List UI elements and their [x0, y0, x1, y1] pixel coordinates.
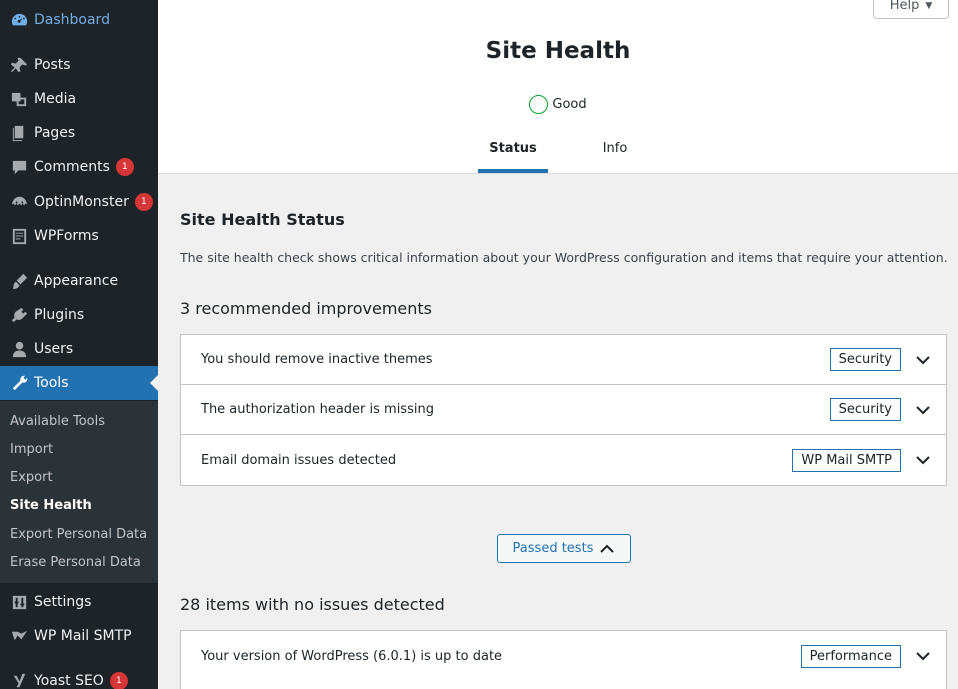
recommended-improvements-list: You should remove inactive themes Securi…	[180, 334, 947, 486]
caret-down-icon: ▼	[925, 0, 933, 11]
sidebar-item-yoast-seo[interactable]: Yoast SEO 1	[0, 664, 158, 689]
sidebar-item-posts[interactable]: Posts	[0, 48, 158, 82]
mail-icon	[0, 627, 34, 646]
tab-label: Info	[602, 141, 628, 156]
site-health-header: Help ▼ Site Health Good Status Info	[158, 0, 958, 174]
forms-icon	[0, 227, 34, 246]
submenu-item-erase-personal-data[interactable]: Erase Personal Data	[10, 555, 141, 570]
sidebar-item-label: Comments	[34, 159, 110, 175]
issue-row[interactable]: The authorization header is missing Secu…	[181, 385, 946, 435]
sidebar-item-label: Settings	[34, 594, 92, 610]
sidebar-item-appearance[interactable]: Appearance	[0, 264, 158, 298]
sidebar-item-wp-mail-smtp[interactable]: WP Mail SMTP	[0, 619, 158, 653]
sidebar-item-tools[interactable]: Tools	[0, 366, 158, 400]
passed-category-badge: Performance	[800, 644, 901, 668]
submenu-item-export[interactable]: Export	[10, 470, 53, 485]
pages-icon	[0, 124, 34, 143]
sidebar-item-label: Dashboard	[34, 12, 110, 28]
passed-tests-button[interactable]: Passed tests	[497, 534, 631, 563]
admin-sidebar: Dashboard Posts Media Pages Comments 1 O…	[0, 0, 158, 689]
submenu-item-import[interactable]: Import	[10, 442, 53, 457]
section-title: Site Health Status	[180, 210, 345, 229]
wrench-icon	[0, 374, 34, 393]
dashboard-icon	[0, 11, 34, 30]
sidebar-item-label: Posts	[34, 57, 71, 73]
sidebar-item-settings[interactable]: Settings	[0, 585, 158, 619]
passed-row[interactable]: Your version of WordPress (6.0.1) is up …	[181, 631, 946, 681]
page-title: Site Health	[485, 38, 631, 64]
chevron-up-icon	[600, 544, 615, 553]
chevron-down-icon[interactable]	[915, 452, 931, 468]
sidebar-item-label: OptinMonster	[34, 194, 129, 210]
passed-tests-label: Passed tests	[512, 541, 594, 556]
brush-icon	[0, 272, 34, 291]
sidebar-item-dashboard[interactable]: Dashboard	[0, 3, 158, 37]
passed-items-list: Your version of WordPress (6.0.1) is up …	[180, 630, 947, 689]
submenu-item-export-personal-data[interactable]: Export Personal Data	[10, 527, 147, 542]
sidebar-item-media[interactable]: Media	[0, 82, 158, 116]
sidebar-item-label: WP Mail SMTP	[34, 628, 132, 644]
chevron-down-icon[interactable]	[915, 402, 931, 418]
submenu-item-site-health[interactable]: Site Health	[10, 498, 92, 513]
tab-info[interactable]: Info	[583, 130, 647, 173]
sidebar-item-users[interactable]: Users	[0, 332, 158, 366]
sidebar-item-label: Pages	[34, 125, 76, 141]
passed-label: Your version of WordPress (6.0.1) is up …	[201, 648, 503, 664]
issue-label: The authorization header is missing	[201, 402, 434, 417]
tab-label: Status	[489, 141, 537, 156]
tools-submenu: Available Tools Import Export Site Healt…	[0, 401, 158, 583]
issue-category-badge: Security	[829, 398, 901, 421]
sidebar-item-comments[interactable]: Comments 1	[0, 150, 158, 184]
notification-badge: 1	[134, 193, 153, 211]
media-icon	[0, 90, 34, 109]
chevron-down-icon[interactable]	[915, 648, 931, 664]
sidebar-item-wpforms[interactable]: WPForms	[0, 219, 158, 253]
issue-row[interactable]: You should remove inactive themes Securi…	[181, 335, 946, 385]
sidebar-item-label: Media	[34, 91, 77, 107]
health-status-label: Good	[552, 97, 587, 112]
sidebar-item-label: Appearance	[34, 273, 119, 289]
optinmonster-icon	[0, 193, 34, 212]
issue-label: Email domain issues detected	[201, 452, 397, 468]
sidebar-item-label: Plugins	[34, 307, 85, 323]
issue-row[interactable]: Email domain issues detected WP Mail SMT…	[181, 435, 946, 485]
settings-icon	[0, 593, 34, 612]
help-button[interactable]: Help ▼	[873, 0, 949, 19]
help-label: Help	[889, 0, 920, 13]
sidebar-item-label: Yoast SEO	[34, 673, 104, 689]
issue-category-badge: WP Mail SMTP	[792, 448, 901, 472]
notification-badge: 1	[115, 158, 134, 176]
sidebar-item-label: Users	[34, 341, 74, 357]
comment-icon	[0, 158, 34, 177]
chevron-down-icon[interactable]	[915, 352, 931, 368]
section-description: The site health check shows critical inf…	[180, 250, 948, 265]
passed-items-title: 28 items with no issues detected	[180, 595, 445, 614]
recommended-improvements-title: 3 recommended improvements	[180, 299, 433, 318]
current-menu-arrow	[150, 375, 158, 391]
sidebar-item-label: WPForms	[34, 228, 99, 244]
yoast-icon	[0, 672, 34, 689]
sidebar-item-pages[interactable]: Pages	[0, 116, 158, 150]
submenu-item-available-tools[interactable]: Available Tools	[10, 414, 105, 429]
sidebar-item-optinmonster[interactable]: OptinMonster 1	[0, 185, 158, 219]
issue-category-badge: Security	[829, 348, 901, 371]
sidebar-item-label: Tools	[34, 375, 69, 391]
notification-badge: 1	[109, 672, 128, 689]
status-circle-icon	[529, 95, 549, 114]
user-icon	[0, 340, 34, 359]
issue-label: You should remove inactive themes	[201, 352, 433, 367]
plugin-icon	[0, 306, 34, 325]
health-status-indicator: Good	[158, 95, 958, 114]
pin-icon	[0, 56, 34, 75]
tab-status[interactable]: Status	[478, 130, 548, 173]
sidebar-item-plugins[interactable]: Plugins	[0, 298, 158, 332]
